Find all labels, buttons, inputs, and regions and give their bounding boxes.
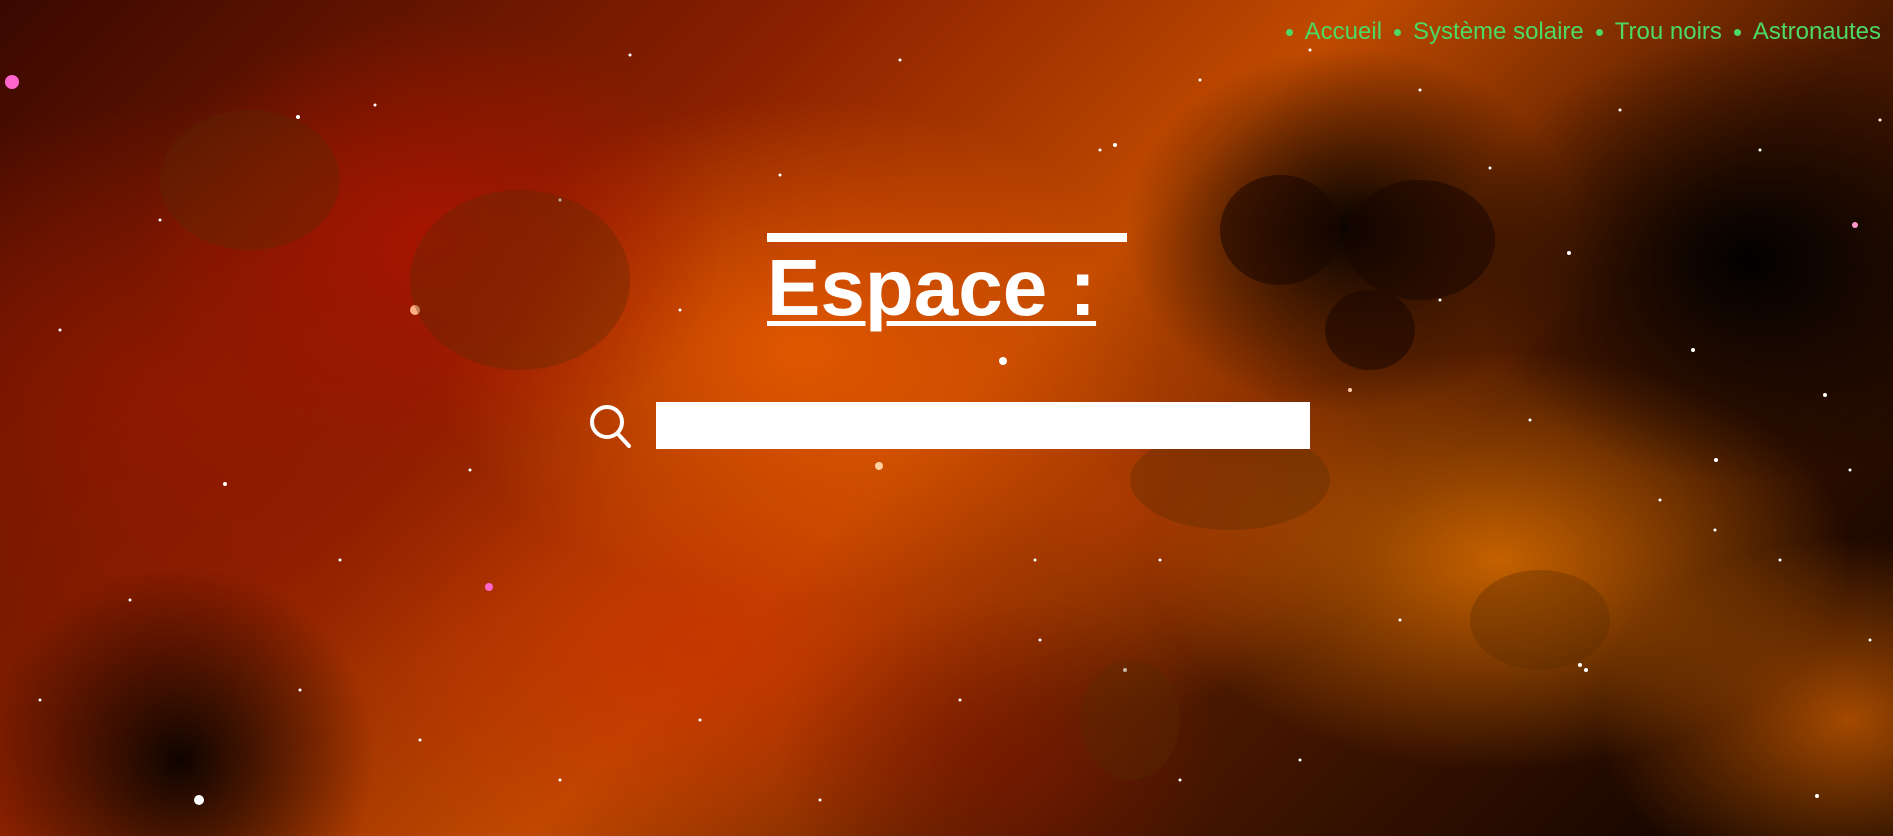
search-input[interactable] bbox=[656, 402, 1310, 449]
nav-item-trou-noirs: Trou noirs bbox=[1595, 18, 1722, 46]
main-nav: Accueil Système solaire Trou noirs Astro… bbox=[1274, 18, 1881, 46]
page: Accueil Système solaire Trou noirs Astro… bbox=[0, 0, 1893, 836]
bullet-icon bbox=[1285, 28, 1293, 36]
bullet-icon bbox=[1595, 28, 1603, 36]
nav-item-accueil: Accueil bbox=[1285, 18, 1382, 46]
nav-link-systeme-solaire[interactable]: Système solaire bbox=[1413, 18, 1584, 46]
page-title: Espace : bbox=[767, 243, 1097, 332]
title-container: Espace : bbox=[767, 233, 1127, 328]
nav-link-astronautes[interactable]: Astronautes bbox=[1753, 18, 1881, 46]
bullet-icon bbox=[1394, 28, 1402, 36]
nav-item-astronautes: Astronautes bbox=[1733, 18, 1881, 46]
nav-link-accueil[interactable]: Accueil bbox=[1305, 18, 1382, 46]
bullet-icon bbox=[1733, 28, 1741, 36]
search-icon[interactable] bbox=[588, 403, 632, 449]
nav-link-trou-noirs[interactable]: Trou noirs bbox=[1615, 18, 1722, 46]
search-bar bbox=[588, 402, 1310, 449]
nav-item-systeme-solaire: Système solaire bbox=[1394, 18, 1584, 46]
